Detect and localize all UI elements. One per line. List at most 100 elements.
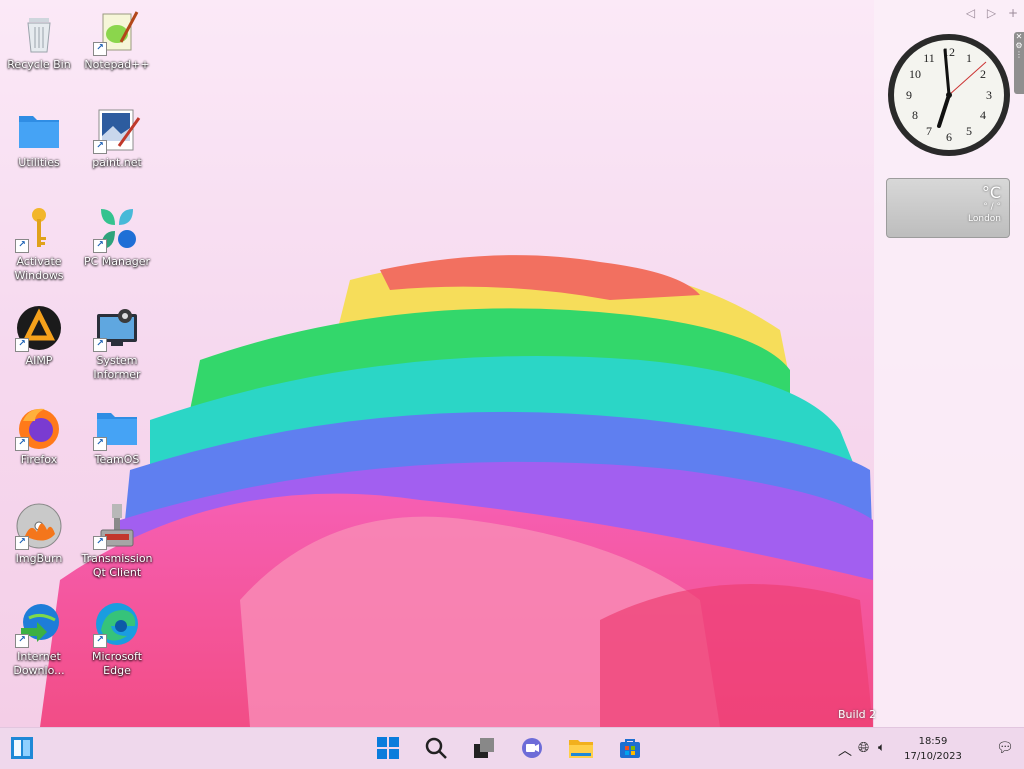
- desktop-icon-label: Notepad++: [84, 58, 150, 71]
- tray-date: 17/10/2023: [904, 751, 962, 762]
- recycle-bin-icon: [15, 8, 63, 56]
- weather-condition: ° / °: [983, 202, 1001, 212]
- desktop-icon-label: Microsoft Edge: [91, 650, 143, 677]
- desktop-icon-label: TeamOS: [94, 453, 140, 466]
- key-icon: ↗: [15, 205, 63, 253]
- clock-numeral: 1: [966, 51, 972, 65]
- paint-net-icon: ↗: [93, 106, 141, 154]
- previous-arrow-icon[interactable]: ◁: [966, 6, 975, 20]
- chevron-up-icon[interactable]: ︿: [838, 740, 852, 760]
- transmission-icon: ↗: [93, 502, 141, 550]
- pc-manager-icon: ↗: [93, 205, 141, 253]
- search-icon: [425, 737, 447, 759]
- system-tray: ︿ 🌐︎ 🔈︎ 18:59 17/10/2023 💬︎: [834, 728, 1024, 769]
- notepad-plus-plus-icon: ↗: [93, 8, 141, 56]
- volume-muted-icon[interactable]: 🔈︎: [878, 740, 885, 755]
- shortcut-arrow-icon: ↗: [15, 437, 29, 451]
- search-button[interactable]: [422, 734, 450, 762]
- task-view-icon: [474, 738, 494, 758]
- add-gadget-icon[interactable]: +: [1008, 6, 1018, 20]
- close-icon[interactable]: ✕: [1014, 32, 1024, 41]
- widgets-icon: [11, 737, 33, 759]
- tray-clock[interactable]: 18:59 17/10/2023: [898, 734, 968, 764]
- desktop-icon-notepad-plus-plus[interactable]: ↗ Notepad++: [80, 8, 154, 72]
- desktop-icon-internet-download-manager[interactable]: ↗ Internet Downlo...: [2, 600, 76, 678]
- widgets-button[interactable]: [8, 734, 36, 762]
- tray-time: 18:59: [918, 736, 948, 747]
- desktop-icon-firefox[interactable]: ↗ Firefox: [2, 403, 76, 467]
- desktop-icon-label: ImgBurn: [15, 552, 63, 565]
- desktop-icon-label: paint.net: [92, 156, 142, 169]
- desktop-icon-aimp[interactable]: ↗ AIMP: [2, 304, 76, 368]
- drag-handle-icon[interactable]: ⋮: [1014, 50, 1024, 59]
- taskbar: ︿ 🌐︎ 🔈︎ 18:59 17/10/2023 💬︎: [0, 727, 1024, 769]
- clock-numeral: 9: [906, 88, 912, 102]
- start-icon: [377, 737, 399, 759]
- chat-icon: [522, 738, 542, 758]
- shortcut-arrow-icon: ↗: [15, 634, 29, 648]
- chat-button[interactable]: [518, 734, 546, 762]
- store-icon: [620, 739, 640, 758]
- clock-numeral: 7: [926, 124, 932, 138]
- imgburn-icon: ↗: [15, 502, 63, 550]
- desktop-icon-activate-windows[interactable]: ↗ Activate Windows: [2, 205, 76, 283]
- sidebar-controls: ◁ ▷ +: [958, 6, 1018, 20]
- shortcut-arrow-icon: ↗: [15, 239, 29, 253]
- desktop-icon-paint-net[interactable]: ↗ paint.net: [80, 106, 154, 170]
- internet-download-manager-icon: ↗: [15, 600, 63, 648]
- desktop-icon-label: Transmission Qt Client: [81, 552, 153, 579]
- desktop-icon-transmission[interactable]: ↗ Transmission Qt Client: [80, 502, 154, 580]
- clock-numeral: 6: [946, 130, 952, 144]
- desktop-icon-imgburn[interactable]: ↗ ImgBurn: [2, 502, 76, 566]
- clock-numeral: 10: [909, 67, 921, 81]
- clock-numeral: 4: [980, 108, 986, 122]
- desktop-icon-teamos[interactable]: ↗ TeamOS: [80, 403, 154, 467]
- settings-icon[interactable]: ⚙: [1014, 41, 1024, 50]
- shortcut-arrow-icon: ↗: [93, 437, 107, 451]
- shortcut-arrow-icon: ↗: [93, 338, 107, 352]
- folder-icon: [15, 106, 63, 154]
- desktop-icon-label: Activate Windows: [14, 255, 64, 282]
- desktop-icon-label: Internet Downlo...: [13, 650, 65, 677]
- weather-city: London: [968, 214, 1001, 224]
- clock-numeral: 8: [912, 108, 918, 122]
- desktop-icon-pc-manager[interactable]: ↗ PC Manager: [80, 205, 154, 269]
- desktop-icon-system-informer[interactable]: ↗ System Informer: [80, 304, 154, 382]
- desktop-icon-label: AIMP: [25, 354, 53, 367]
- shortcut-arrow-icon: ↗: [15, 338, 29, 352]
- file-explorer-button[interactable]: [567, 734, 595, 762]
- clock-numeral: 3: [986, 88, 992, 102]
- next-arrow-icon[interactable]: ▷: [987, 6, 996, 20]
- desktop-icon-microsoft-edge[interactable]: ↗ Microsoft Edge: [80, 600, 154, 678]
- desktop-icon-label: Utilities: [18, 156, 60, 169]
- shortcut-arrow-icon: ↗: [93, 239, 107, 253]
- firefox-icon: ↗: [15, 403, 63, 451]
- shortcut-arrow-icon: ↗: [15, 536, 29, 550]
- notifications-icon[interactable]: 💬︎: [996, 740, 1014, 756]
- task-view-button[interactable]: [470, 734, 498, 762]
- system-informer-icon: ↗: [93, 304, 141, 352]
- store-button[interactable]: [616, 734, 644, 762]
- edge-icon: ↗: [93, 600, 141, 648]
- file-explorer-icon: [569, 740, 593, 758]
- desktop-icon-label: PC Manager: [83, 255, 151, 268]
- clock-numeral: 2: [980, 67, 986, 81]
- build-watermark: Build 2: [838, 708, 877, 721]
- aimp-icon: ↗: [15, 304, 63, 352]
- clock-gadget[interactable]: 12 1 2 3 4 5 6 7 8 9 10 11: [886, 32, 1012, 158]
- shortcut-arrow-icon: ↗: [93, 536, 107, 550]
- desktop-icon-label: System Informer: [93, 354, 141, 381]
- folder-icon: ↗: [93, 403, 141, 451]
- start-button[interactable]: [374, 734, 402, 762]
- clock-numeral: 11: [923, 51, 935, 65]
- shortcut-arrow-icon: ↗: [93, 634, 107, 648]
- network-globe-icon[interactable]: 🌐︎: [858, 740, 869, 756]
- desktop-icon-label: Firefox: [20, 453, 58, 466]
- desktop-icon-recycle-bin[interactable]: Recycle Bin: [2, 8, 76, 72]
- weather-temperature: °C: [981, 183, 1001, 202]
- desktop-icon-utilities[interactable]: Utilities: [2, 106, 76, 170]
- gadget-toolbar-tab[interactable]: ✕ ⚙ ⋮: [1014, 32, 1024, 94]
- shortcut-arrow-icon: ↗: [93, 140, 107, 154]
- weather-gadget[interactable]: °C ° / ° London: [886, 178, 1010, 238]
- clock-numeral: 5: [966, 124, 972, 138]
